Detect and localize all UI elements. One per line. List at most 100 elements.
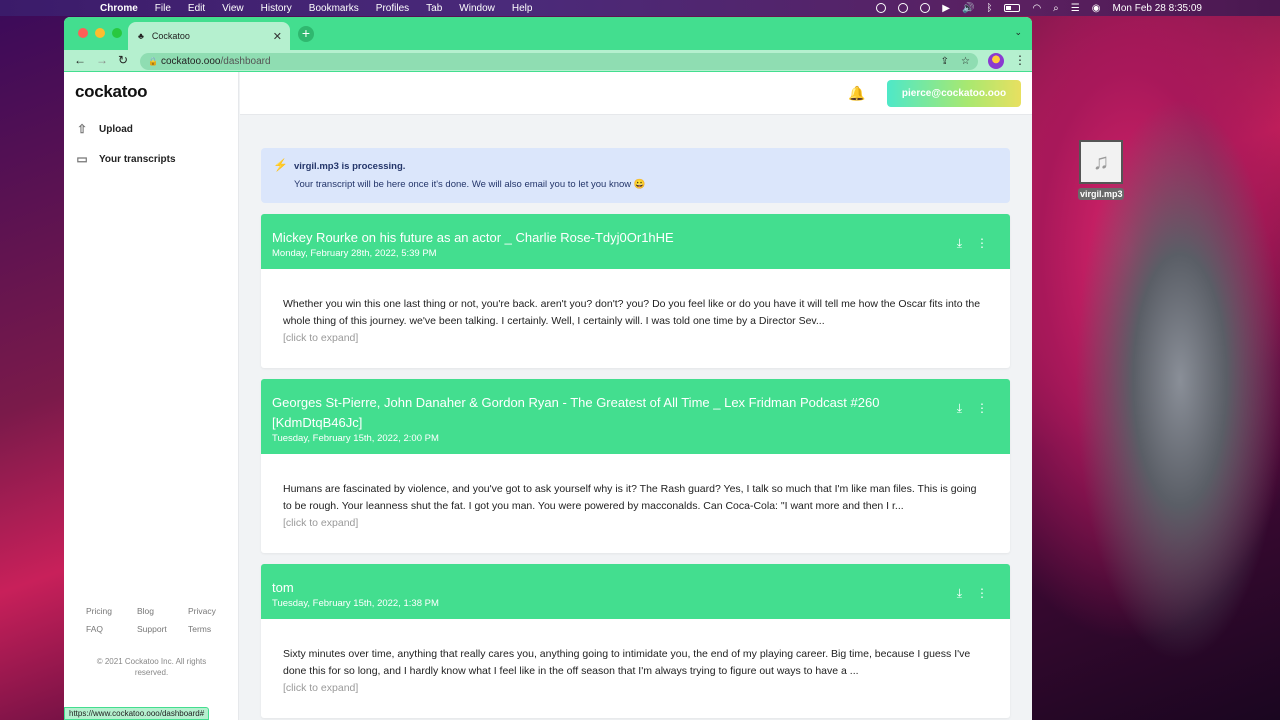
footer-links: Pricing Blog Privacy FAQ Support Terms [64,606,239,642]
transcript-title[interactable]: Mickey Rourke on his future as an actor … [272,228,930,248]
footer-link-privacy[interactable]: Privacy [188,606,239,616]
transcript-body[interactable]: Sixty minutes over time, anything that r… [261,619,1010,718]
transcript-card-header[interactable]: Georges St-Pierre, John Danaher & Gordon… [261,379,1010,454]
sidebar-item-transcripts[interactable]: ▭ Your transcripts [75,149,175,169]
address-bar-actions: ⇪ ☆ [941,53,970,70]
menu-bookmarks[interactable]: Bookmarks [309,3,359,14]
profile-avatar[interactable] [988,53,1004,69]
tab-strip: ♣ Cockatoo ✕ + ⌄ [64,17,1032,50]
transcript-date: Tuesday, February 15th, 2022, 2:00 PM [272,433,439,444]
footer-link-support[interactable]: Support [137,624,188,634]
transcript-card-header[interactable]: tom Tuesday, February 15th, 2022, 1:38 P… [261,564,1010,619]
new-tab-button[interactable]: + [298,26,314,42]
top-bar: 🔔 pierce@cockatoo.ooo [240,72,1032,115]
transcript-card[interactable]: Mickey Rourke on his future as an actor … [261,214,1010,368]
transcript-body[interactable]: Whether you win this one last thing or n… [261,269,1010,368]
menu-history[interactable]: History [261,3,292,14]
tab-search-chevron-icon[interactable]: ⌄ [1014,27,1022,38]
copyright: © 2021 Cockatoo Inc. All rights reserved… [96,657,207,677]
minimize-window-button[interactable] [95,28,105,38]
expand-link[interactable]: [click to expand] [283,515,988,532]
user-account-button[interactable]: pierce@cockatoo.ooo [887,80,1021,107]
status-icons: ▶ 🔊 ᛒ ◠ ⌕ ☰ ◉ Mon Feb 28 8:35:09 [876,0,1202,16]
lock-icon[interactable]: 🔒 [148,53,158,70]
alert-message: Your transcript will be here once it's d… [294,179,646,190]
close-window-button[interactable] [78,28,88,38]
transcript-body[interactable]: Humans are fascinated by violence, and y… [261,454,1010,553]
upload-icon: ⇧ [76,122,88,136]
expand-link[interactable]: [click to expand] [283,680,988,697]
card-actions: ⤓ ⋮ [957,586,988,601]
wifi-icon[interactable]: ◠ [1032,3,1041,14]
sidebar-item-upload[interactable]: ⇧ Upload [75,119,133,139]
more-options-icon[interactable]: ⋮ [976,401,988,416]
window-controls [78,28,122,38]
address-bar[interactable]: 🔒 cockatoo.ooo/dashboard ⇪ ☆ [140,53,978,70]
menu-profiles[interactable]: Profiles [376,3,409,14]
sync-icon[interactable] [920,3,931,13]
transcript-card-header[interactable]: Mickey Rourke on his future as an actor … [261,214,1010,269]
volume-icon[interactable]: 🔊 [962,3,974,14]
browser-menu-icon[interactable]: ⋮ [1014,53,1026,67]
control-center-icon[interactable]: ☰ [1071,3,1080,14]
desktop-file[interactable]: ♫ virgil.mp3 [1078,140,1124,200]
menu-file[interactable]: File [155,3,171,14]
download-icon[interactable]: ⤓ [957,236,962,251]
download-icon[interactable]: ⤓ [957,586,962,601]
music-note-icon: ♫ [1079,140,1123,184]
processing-alert: ⚡ virgil.mp3 is processing. Your transcr… [261,148,1010,203]
menu-bar: Chrome File Edit View History Bookmarks … [0,0,1280,16]
sidebar: cockatoo ⇧ Upload ▭ Your transcripts Pri… [64,72,239,720]
transcript-title[interactable]: tom [272,578,930,598]
alert-title: virgil.mp3 is processing. [294,161,406,172]
spotlight-icon[interactable]: ⌕ [1053,3,1059,14]
record-icon[interactable] [876,3,887,13]
browser-window: ♣ Cockatoo ✕ + ⌄ ← → ↻ 🔒 cockatoo.ooo/da… [64,17,1032,720]
reload-icon[interactable]: ↻ [118,53,128,67]
transcript-date: Tuesday, February 15th, 2022, 1:38 PM [272,598,439,609]
fullscreen-window-button[interactable] [112,28,122,38]
menu-view[interactable]: View [222,3,244,14]
footer-link-blog[interactable]: Blog [137,606,188,616]
transcript-card[interactable]: Georges St-Pierre, John Danaher & Gordon… [261,379,1010,553]
archive-icon: ▭ [76,152,88,166]
menu-window[interactable]: Window [459,3,495,14]
more-options-icon[interactable]: ⋮ [976,236,988,251]
menu-help[interactable]: Help [512,3,533,14]
url-host: cockatoo.ooo [161,56,221,67]
transcript-excerpt: Sixty minutes over time, anything that r… [283,648,971,677]
bluetooth-icon[interactable]: ᛒ [986,3,992,14]
transcript-title[interactable]: Georges St-Pierre, John Danaher & Gordon… [272,393,930,433]
tab-cockatoo[interactable]: ♣ Cockatoo ✕ [128,22,290,50]
menu-tab[interactable]: Tab [426,3,442,14]
cockatoo-favicon-icon: ♣ [138,31,144,41]
back-arrow-icon[interactable]: ← [74,53,86,67]
link-status-bar: https://www.cockatoo.ooo/dashboard# [64,707,210,720]
close-tab-icon[interactable]: ✕ [273,30,282,43]
more-options-icon[interactable]: ⋮ [976,586,988,601]
creative-cloud-icon[interactable] [898,3,909,13]
browser-toolbar: ← → ↻ 🔒 cockatoo.ooo/dashboard ⇪ ☆ ⋮ [64,50,1032,72]
url-path: /dashboard [220,56,271,67]
download-icon[interactable]: ⤓ [957,401,962,416]
footer-link-pricing[interactable]: Pricing [86,606,137,616]
share-icon[interactable]: ⇪ [941,53,949,70]
menu-edit[interactable]: Edit [188,3,205,14]
siri-icon[interactable]: ◉ [1092,3,1101,14]
transcript-card[interactable]: tom Tuesday, February 15th, 2022, 1:38 P… [261,564,1010,718]
forward-arrow-icon[interactable]: → [96,53,108,67]
expand-link[interactable]: [click to expand] [283,330,988,347]
tab-title: Cockatoo [151,31,190,41]
lightning-icon: ⚡ [273,158,288,172]
menu-clock[interactable]: Mon Feb 28 8:35:09 [1112,3,1202,14]
card-actions: ⤓ ⋮ [957,401,988,416]
brand-logo[interactable]: cockatoo [75,82,148,102]
menu-app-name[interactable]: Chrome [100,3,138,14]
footer-link-terms[interactable]: Terms [188,624,239,634]
bookmark-star-icon[interactable]: ☆ [961,53,970,70]
footer-link-faq[interactable]: FAQ [86,624,137,634]
bell-icon[interactable]: 🔔 [848,85,865,102]
transcript-excerpt: Humans are fascinated by violence, and y… [283,483,977,512]
play-icon[interactable]: ▶ [942,3,950,14]
battery-icon[interactable] [1004,4,1021,12]
